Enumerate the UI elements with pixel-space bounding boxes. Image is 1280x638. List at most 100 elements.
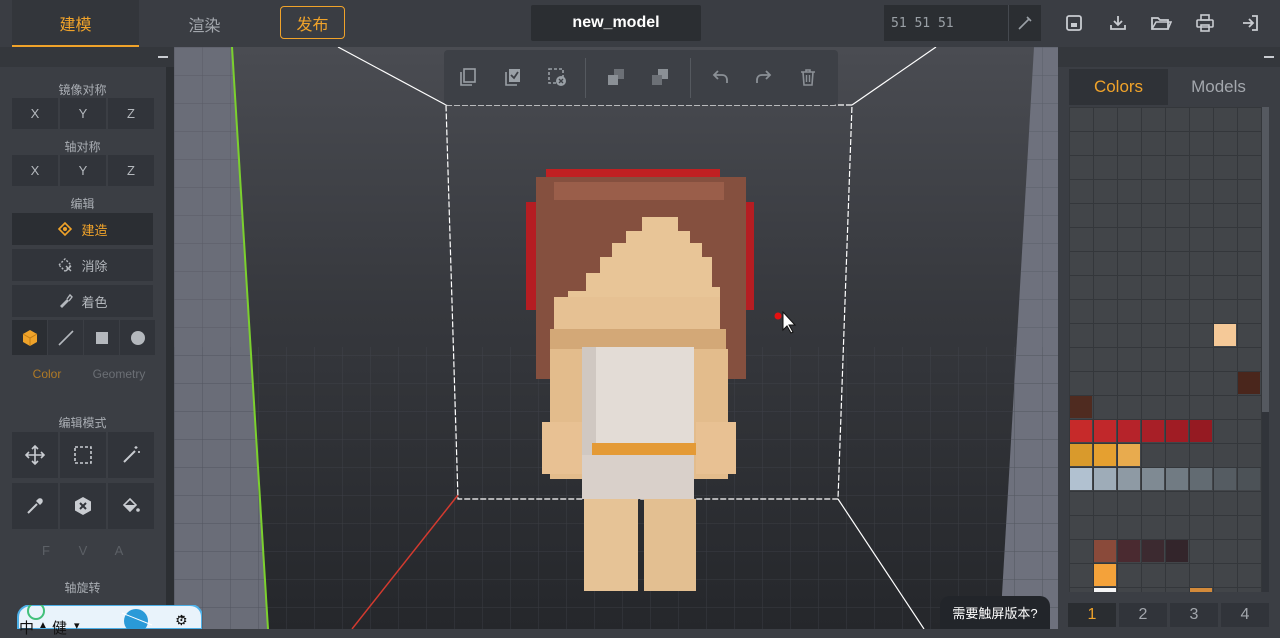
touch-version-tip[interactable]: 需要触屏版本? [940,596,1050,629]
shape-cube-button[interactable] [12,320,47,355]
tab-geometry[interactable]: Geometry [84,367,154,381]
paint-button[interactable]: 着色 [12,285,153,317]
tab-colors[interactable]: Colors [1069,69,1168,105]
color-swatch[interactable] [1094,588,1116,592]
face-mode-button[interactable]: F [30,536,62,564]
color-swatch[interactable] [1190,588,1212,592]
color-swatch[interactable] [1070,396,1092,418]
open-folder-button[interactable] [1148,10,1174,36]
color-swatch[interactable] [1238,372,1260,394]
shape-square-button[interactable] [84,320,119,355]
color-swatch[interactable] [1070,444,1092,466]
print-button[interactable] [1192,10,1218,36]
select-box-button[interactable] [60,432,106,478]
download-icon [1110,16,1126,30]
mirror-x-button[interactable]: X [12,98,58,129]
tab-render[interactable]: 渲染 [141,0,268,47]
mirror-z-button[interactable]: Z [108,98,154,129]
copy-icon [460,68,476,86]
layer-back-icon [652,69,668,85]
erase-button[interactable]: 消除 [12,249,153,281]
delete-button[interactable] [795,64,821,90]
build-label: 建造 [81,222,108,238]
move-tool-button[interactable] [12,432,58,478]
palette-scrollbar-thumb[interactable] [1262,107,1269,412]
delete-voxel-button[interactable] [60,483,106,529]
color-swatch[interactable] [1142,540,1164,562]
color-swatch[interactable] [1238,468,1260,490]
left-panel-minimize[interactable] [158,56,168,58]
color-swatch[interactable] [1166,468,1188,490]
erase-icon [58,258,73,272]
color-swatch[interactable] [1142,420,1164,442]
color-swatch[interactable] [1166,540,1188,562]
color-swatch[interactable] [1166,420,1188,442]
bring-forward-button[interactable] [603,64,629,90]
exit-button[interactable] [1237,10,1263,36]
shape-line-button[interactable] [48,320,83,355]
hex-delete-icon [75,497,91,515]
magic-wand-button[interactable] [108,432,154,478]
send-backward-button[interactable] [647,64,673,90]
ime-language[interactable]: 中 [19,617,34,638]
palette-page-1[interactable]: 1 [1068,603,1116,627]
color-swatch[interactable] [1118,540,1140,562]
tab-build[interactable]: 建模 [12,0,139,47]
print-icon [1196,14,1214,32]
edit-title: 编辑 [70,197,95,211]
trash-icon [801,69,815,86]
right-panel-header [1058,47,1280,67]
mirror-y-button[interactable]: Y [60,98,106,129]
shape-circle-button[interactable] [120,320,155,355]
color-picker-button[interactable] [1008,5,1041,41]
deselect-button[interactable] [544,64,570,90]
color-swatch[interactable] [1094,540,1116,562]
3d-viewport[interactable] [174,47,1058,629]
palette-page-4[interactable]: 4 [1221,603,1269,627]
axis-z-button[interactable]: Z [108,155,154,186]
voxel-mode-button[interactable]: V [67,536,99,564]
palette-page-2[interactable]: 2 [1119,603,1167,627]
color-swatch[interactable] [1070,468,1092,490]
color-palette[interactable] [1069,107,1262,592]
left-panel-scrollbar[interactable] [166,67,174,629]
color-swatch[interactable] [1214,468,1236,490]
model-name-field[interactable]: new_model [531,5,701,41]
save-button[interactable] [1061,10,1087,36]
axis-y-button[interactable]: Y [60,155,106,186]
right-panel-minimize[interactable] [1264,56,1274,58]
paste-button[interactable] [500,64,526,90]
all-mode-button[interactable]: A [103,536,135,564]
eyedropper-button[interactable] [12,483,58,529]
tab-color[interactable]: Color [12,367,82,381]
download-button[interactable] [1105,10,1131,36]
redo-button[interactable] [751,64,777,90]
color-swatch[interactable] [1214,324,1236,346]
color-swatch[interactable] [1190,468,1212,490]
undo-button[interactable] [707,64,733,90]
color-swatch[interactable] [1142,468,1164,490]
color-swatch[interactable] [1118,468,1140,490]
color-swatch[interactable] [1070,420,1092,442]
ime-settings-icon[interactable]: ⚙ [175,612,188,629]
color-swatch[interactable] [1190,420,1212,442]
fill-bucket-button[interactable] [108,483,154,529]
build-button[interactable]: 建造 [12,213,153,245]
publish-button[interactable]: 发布 [280,6,345,39]
color-value-input[interactable]: 51 51 51 [884,5,1008,41]
toolbar-separator [690,58,691,98]
tab-models[interactable]: Models [1168,69,1269,105]
paint-brush-icon [60,293,74,308]
color-swatch[interactable] [1094,444,1116,466]
color-swatch[interactable] [1094,564,1116,586]
copy-button[interactable] [455,64,481,90]
ime-mode[interactable]: 健 [52,617,67,638]
ime-toolbar[interactable]: 中 ▲ 健 ▾ ⚙ [12,605,202,637]
axis-x-button[interactable]: X [12,155,58,186]
color-swatch[interactable] [1094,420,1116,442]
paint-label: 着色 [81,294,108,310]
color-swatch[interactable] [1094,468,1116,490]
color-swatch[interactable] [1118,444,1140,466]
palette-page-3[interactable]: 3 [1170,603,1218,627]
color-swatch[interactable] [1118,420,1140,442]
